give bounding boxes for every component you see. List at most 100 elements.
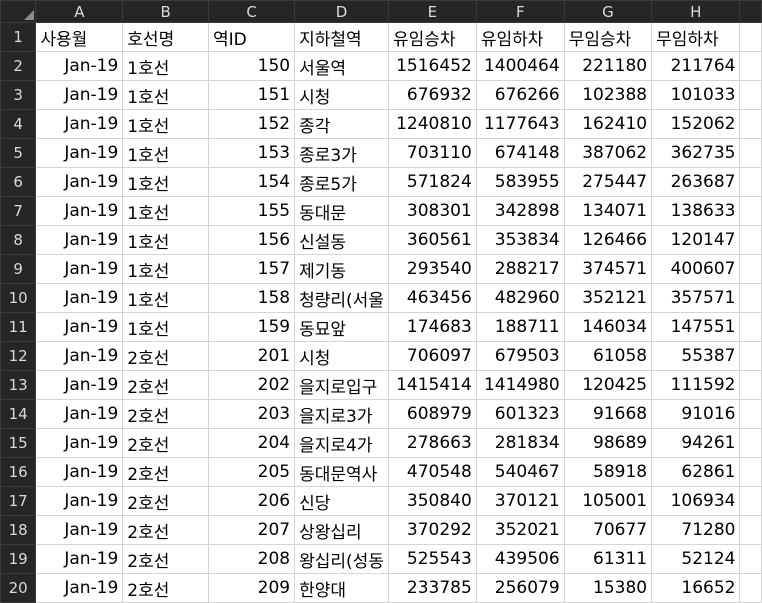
cell[interactable]: 2호선 [122,428,209,458]
row-header[interactable]: 10 [0,283,37,313]
cell[interactable]: 706097 [387,341,477,371]
cell[interactable]: 을지로3가 [294,399,389,429]
cell[interactable]: 601323 [475,399,565,429]
cell[interactable]: 91016 [651,399,741,429]
cell[interactable]: 유임하차 [475,22,565,52]
cell[interactable]: 374571 [563,254,653,284]
cell[interactable]: 278663 [387,428,477,458]
cell[interactable] [739,341,762,371]
cell[interactable]: 482960 [475,283,565,313]
cell[interactable]: 서울역 [294,51,389,81]
cell[interactable]: Jan-19 [35,80,124,110]
cell[interactable]: 무임승차 [563,22,653,52]
cell[interactable] [739,486,762,516]
cell[interactable]: 역ID [207,22,296,52]
cell[interactable]: 1177643 [475,109,565,139]
cell[interactable]: Jan-19 [35,486,124,516]
cell[interactable]: 540467 [475,457,565,487]
cell[interactable]: 352121 [563,283,653,313]
cell[interactable]: 156 [207,225,296,255]
cell[interactable]: 206 [207,486,296,516]
cell[interactable]: 221180 [563,51,653,81]
cell[interactable]: 153 [207,138,296,168]
cell[interactable]: 207 [207,515,296,545]
cell[interactable]: 상왕십리 [294,515,389,545]
column-header-C[interactable]: C [207,0,296,23]
cell[interactable]: 지하철역 [294,22,389,52]
cell[interactable] [739,312,762,342]
cell[interactable]: 1호선 [122,196,209,226]
row-header[interactable]: 11 [0,312,37,342]
cell[interactable]: 138633 [651,196,741,226]
cell[interactable]: 2호선 [122,370,209,400]
cell[interactable]: 종로3가 [294,138,389,168]
cell[interactable]: 154 [207,167,296,197]
cell[interactable]: 126466 [563,225,653,255]
cell[interactable]: 2호선 [122,399,209,429]
cell[interactable]: 120425 [563,370,653,400]
cell[interactable]: 583955 [475,167,565,197]
cell[interactable]: 571824 [387,167,477,197]
row-header[interactable]: 16 [0,457,37,487]
cell[interactable]: 을지로4가 [294,428,389,458]
cell[interactable]: 152 [207,109,296,139]
cell[interactable]: 호선명 [122,22,209,52]
cell[interactable] [739,573,762,603]
cell[interactable]: 147551 [651,312,741,342]
cell[interactable]: 152062 [651,109,741,139]
cell[interactable]: 1516452 [387,51,477,81]
cell[interactable]: 58918 [563,457,653,487]
cell[interactable]: 1호선 [122,225,209,255]
cell[interactable]: 2호선 [122,341,209,371]
cell[interactable]: 1400464 [475,51,565,81]
cell[interactable]: 동대문역사 [294,457,389,487]
cell[interactable]: 왕십리(성동 [294,544,389,574]
cell[interactable]: 288217 [475,254,565,284]
cell[interactable]: 608979 [387,399,477,429]
cell[interactable] [739,80,762,110]
cell[interactable]: 120147 [651,225,741,255]
cell[interactable]: Jan-19 [35,544,124,574]
cell[interactable]: 16652 [651,573,741,603]
cell[interactable]: 162410 [563,109,653,139]
select-all-corner[interactable] [0,0,37,23]
cell[interactable]: 2호선 [122,544,209,574]
cell[interactable]: 370292 [387,515,477,545]
cell[interactable]: Jan-19 [35,225,124,255]
cell[interactable]: 204 [207,428,296,458]
cell[interactable] [739,428,762,458]
cell[interactable]: 203 [207,399,296,429]
cell[interactable]: 사용월 [35,22,124,52]
cell[interactable]: Jan-19 [35,196,124,226]
cell[interactable]: 281834 [475,428,565,458]
cell[interactable]: 188711 [475,312,565,342]
cell[interactable]: 무임하차 [651,22,741,52]
cell[interactable]: 시청 [294,341,389,371]
cell[interactable]: 2호선 [122,486,209,516]
cell[interactable]: 342898 [475,196,565,226]
cell[interactable]: 525543 [387,544,477,574]
cell[interactable]: 61058 [563,341,653,371]
cell[interactable]: Jan-19 [35,428,124,458]
cell[interactable]: 제기동 [294,254,389,284]
cell[interactable]: 111592 [651,370,741,400]
row-header[interactable]: 7 [0,196,37,226]
cell[interactable] [739,283,762,313]
cell[interactable]: Jan-19 [35,370,124,400]
cell[interactable] [739,515,762,545]
cell[interactable]: 청량리(서울 [294,283,389,313]
cell[interactable]: 2호선 [122,573,209,603]
cell[interactable] [739,457,762,487]
cell[interactable] [739,51,762,81]
cell[interactable]: 106934 [651,486,741,516]
column-header-F[interactable]: F [475,0,565,23]
cell[interactable]: Jan-19 [35,254,124,284]
cell[interactable] [739,225,762,255]
cell[interactable]: 105001 [563,486,653,516]
cell[interactable]: 157 [207,254,296,284]
cell[interactable]: 150 [207,51,296,81]
cell[interactable]: 1호선 [122,254,209,284]
column-header-B[interactable]: B [122,0,209,23]
cell[interactable]: 1호선 [122,51,209,81]
cell[interactable]: 1호선 [122,138,209,168]
